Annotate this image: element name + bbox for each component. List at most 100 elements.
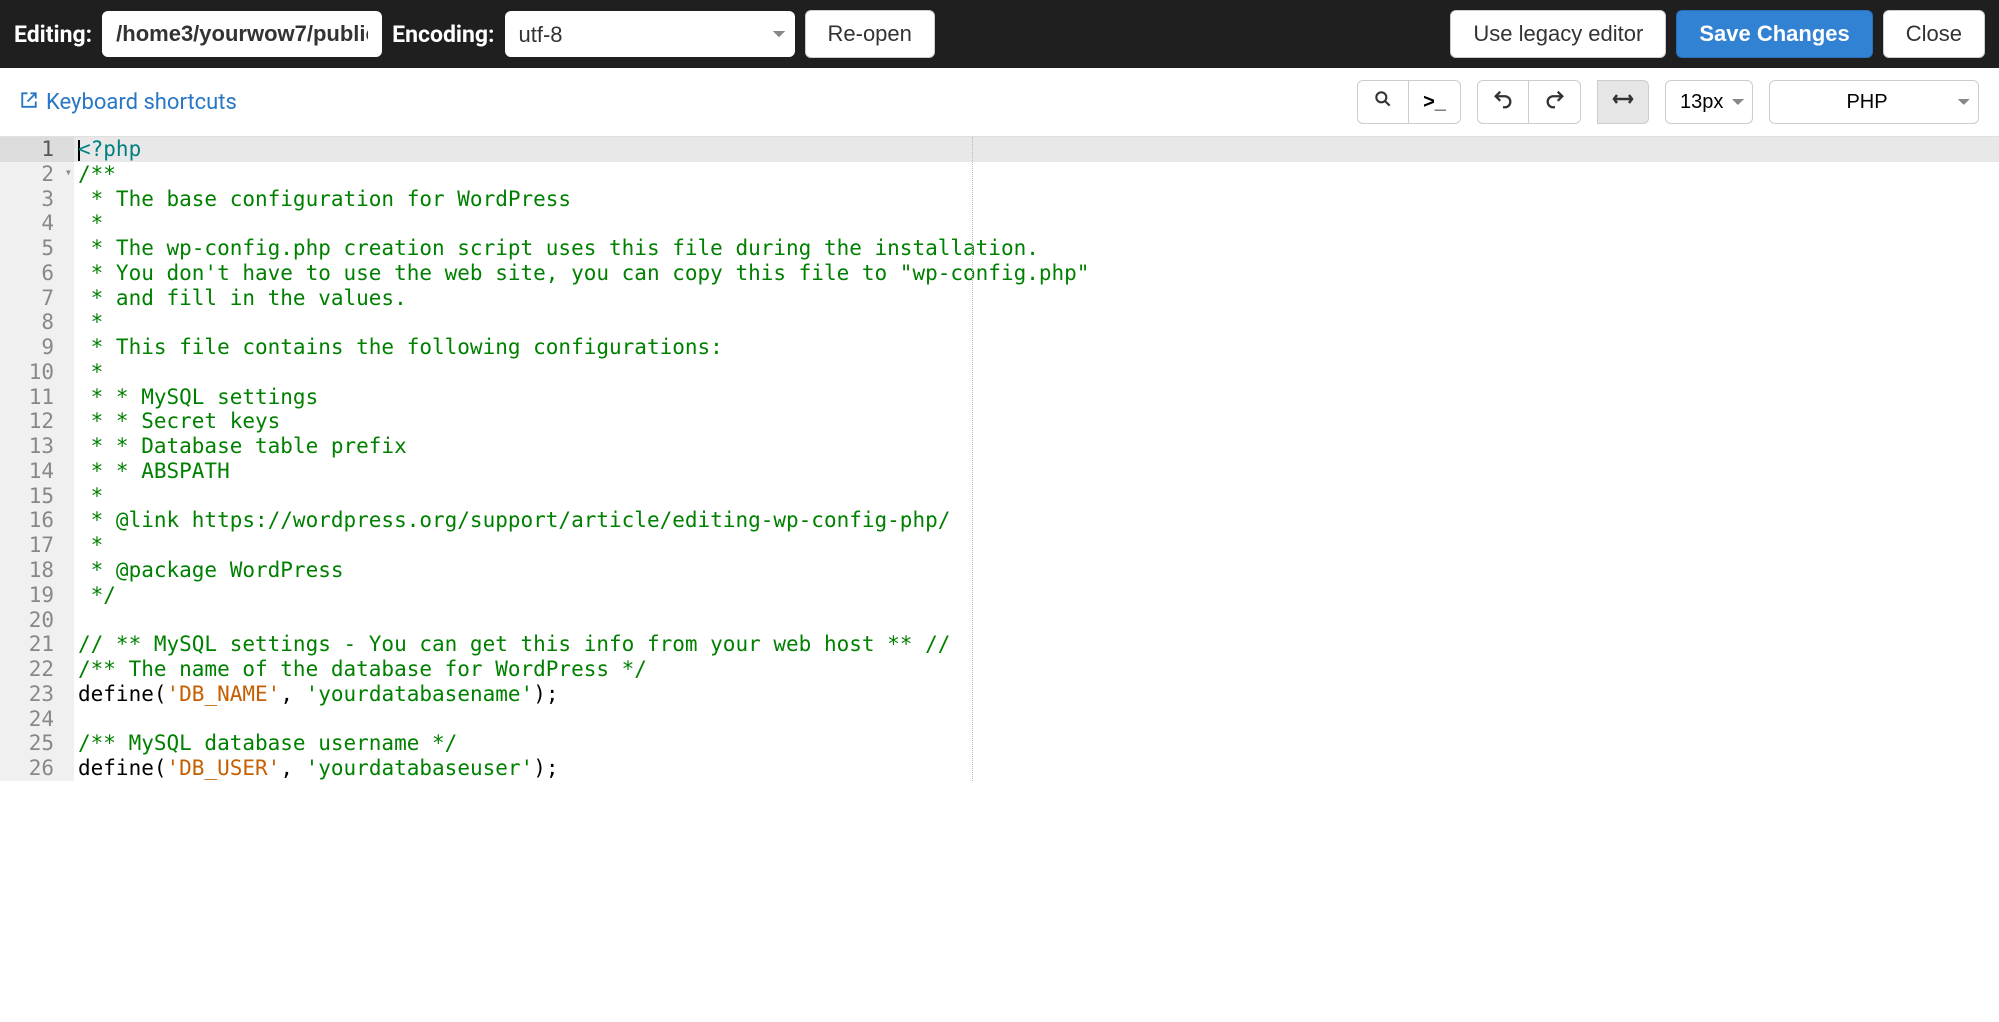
code-line[interactable]: 17 * [0,533,1999,558]
keyboard-shortcuts-link[interactable]: Keyboard shortcuts [20,90,237,115]
gutter-line-number: 4 [0,211,74,236]
code-content[interactable] [74,608,1999,633]
code-content[interactable]: * The wp-config.php creation script uses… [74,236,1999,261]
toolbar: Keyboard shortcuts >_ [0,68,1999,136]
gutter-line-number: 22 [0,657,74,682]
code-content[interactable]: * [74,484,1999,509]
gutter-line-number: 18 [0,558,74,583]
code-content[interactable] [74,707,1999,732]
editing-path-input[interactable] [102,11,382,57]
gutter-line-number: 12 [0,409,74,434]
code-content[interactable]: * * ABSPATH [74,459,1999,484]
code-content[interactable]: * * Database table prefix [74,434,1999,459]
fold-icon[interactable]: ▾ [65,165,72,179]
undo-button[interactable] [1477,80,1529,124]
code-line[interactable]: 5 * The wp-config.php creation script us… [0,236,1999,261]
code-content[interactable]: <?php [74,137,1999,162]
arrows-horizontal-icon [1611,89,1635,115]
terminal-icon: >_ [1423,91,1446,114]
code-content[interactable]: /** [74,162,1999,187]
wrap-toggle-button[interactable] [1597,80,1649,124]
encoding-select[interactable]: utf-8 [505,11,795,57]
code-content[interactable]: /** MySQL database username */ [74,731,1999,756]
code-content[interactable]: * You don't have to use the web site, yo… [74,261,1999,286]
external-link-icon [20,90,38,115]
legacy-editor-button[interactable]: Use legacy editor [1450,10,1666,58]
code-content[interactable]: * * Secret keys [74,409,1999,434]
font-size-select[interactable]: 13px [1665,80,1753,124]
code-content[interactable]: * and fill in the values. [74,286,1999,311]
code-line[interactable]: 9 * This file contains the following con… [0,335,1999,360]
gutter-line-number: 6 [0,261,74,286]
save-changes-button[interactable]: Save Changes [1676,10,1872,58]
code-line[interactable]: 16 * @link https://wordpress.org/support… [0,508,1999,533]
gutter-line-number: 7 [0,286,74,311]
code-content[interactable]: define('DB_USER', 'yourdatabaseuser'); [74,756,1999,781]
code-editor[interactable]: 1<?php2▾/**3 * The base configuration fo… [0,136,1999,781]
undo-redo-group [1477,80,1581,124]
code-line[interactable]: 8 * [0,310,1999,335]
search-group: >_ [1357,80,1461,124]
code-content[interactable]: * * MySQL settings [74,385,1999,410]
code-content[interactable]: */ [74,583,1999,608]
gutter-line-number: 24 [0,707,74,732]
encoding-label: Encoding: [392,21,494,48]
code-line[interactable]: 13 * * Database table prefix [0,434,1999,459]
code-line[interactable]: 6 * You don't have to use the web site, … [0,261,1999,286]
code-line[interactable]: 22/** The name of the database for WordP… [0,657,1999,682]
gutter-line-number: 13 [0,434,74,459]
search-icon [1373,89,1393,115]
terminal-button[interactable]: >_ [1409,80,1461,124]
code-line[interactable]: 23define('DB_NAME', 'yourdatabasename'); [0,682,1999,707]
code-line[interactable]: 14 * * ABSPATH [0,459,1999,484]
code-content[interactable]: * [74,360,1999,385]
code-line[interactable]: 25/** MySQL database username */ [0,731,1999,756]
gutter-line-number: 20 [0,608,74,633]
code-content[interactable]: * [74,211,1999,236]
code-content[interactable]: * @package WordPress [74,558,1999,583]
reopen-button[interactable]: Re-open [805,10,935,58]
code-line[interactable]: 11 * * MySQL settings [0,385,1999,410]
code-content[interactable]: * [74,533,1999,558]
gutter-line-number: 3 [0,187,74,212]
gutter-line-number: 2▾ [0,162,74,187]
gutter-line-number: 26 [0,756,74,781]
search-button[interactable] [1357,80,1409,124]
code-content[interactable]: * @link https://wordpress.org/support/ar… [74,508,1999,533]
code-line[interactable]: 21// ** MySQL settings - You can get thi… [0,632,1999,657]
code-line[interactable]: 1<?php [0,137,1999,162]
code-line[interactable]: 10 * [0,360,1999,385]
code-line[interactable]: 24 [0,707,1999,732]
code-line[interactable]: 26define('DB_USER', 'yourdatabaseuser'); [0,756,1999,781]
code-content[interactable]: // ** MySQL settings - You can get this … [74,632,1999,657]
redo-button[interactable] [1529,80,1581,124]
gutter-line-number: 21 [0,632,74,657]
code-line[interactable]: 3 * The base configuration for WordPress [0,187,1999,212]
gutter-line-number: 8 [0,310,74,335]
gutter-line-number: 9 [0,335,74,360]
code-content[interactable]: * The base configuration for WordPress [74,187,1999,212]
gutter-line-number: 1 [0,137,74,162]
close-button[interactable]: Close [1883,10,1985,58]
undo-icon [1492,88,1514,116]
keyboard-shortcuts-label: Keyboard shortcuts [46,90,237,115]
code-line[interactable]: 20 [0,608,1999,633]
gutter-line-number: 23 [0,682,74,707]
language-select[interactable]: PHP [1769,80,1979,124]
code-line[interactable]: 4 * [0,211,1999,236]
code-content[interactable]: * [74,310,1999,335]
code-content[interactable]: /** The name of the database for WordPre… [74,657,1999,682]
gutter-line-number: 5 [0,236,74,261]
gutter-line-number: 17 [0,533,74,558]
code-content[interactable]: define('DB_NAME', 'yourdatabasename'); [74,682,1999,707]
code-line[interactable]: 2▾/** [0,162,1999,187]
code-line[interactable]: 18 * @package WordPress [0,558,1999,583]
wrap-group [1597,80,1649,124]
code-content[interactable]: * This file contains the following confi… [74,335,1999,360]
code-line[interactable]: 12 * * Secret keys [0,409,1999,434]
gutter-line-number: 11 [0,385,74,410]
redo-icon [1544,88,1566,116]
code-line[interactable]: 7 * and fill in the values. [0,286,1999,311]
code-line[interactable]: 15 * [0,484,1999,509]
code-line[interactable]: 19 */ [0,583,1999,608]
